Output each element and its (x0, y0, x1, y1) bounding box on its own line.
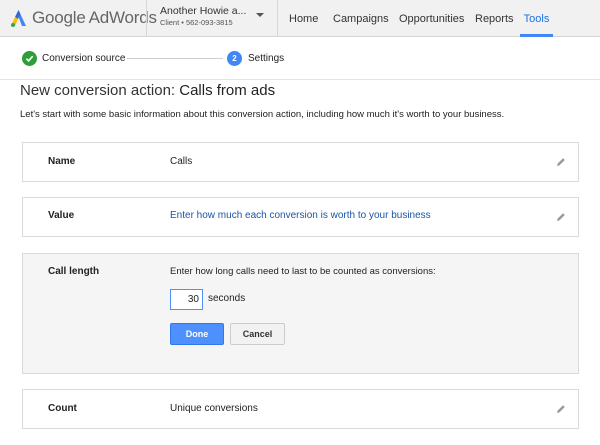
step-connector (127, 58, 223, 59)
divider (146, 0, 147, 37)
value-label: Value (48, 210, 75, 221)
nav-tools-label: Tools (523, 12, 550, 25)
adwords-logo[interactable]: Google AdWords (10, 7, 157, 29)
call-length-prompt: Enter how long calls need to last to be … (170, 266, 436, 277)
caret-down-icon (256, 13, 264, 17)
step-2-badge: 2 (227, 51, 242, 66)
nav-home[interactable]: Home (289, 0, 318, 37)
value-prompt-link[interactable]: Enter how much each conversion is worth … (170, 210, 431, 221)
done-button[interactable]: Done (170, 323, 224, 345)
value-card[interactable]: Value Enter how much each conversion is … (22, 197, 579, 237)
call-length-card: Call length Enter how long calls need to… (22, 253, 579, 374)
nav-campaigns[interactable]: Campaigns (333, 0, 389, 37)
nav-opportunities[interactable]: Opportunities (399, 0, 464, 37)
page-title-name: Calls from ads (179, 82, 276, 99)
pencil-icon[interactable] (556, 157, 566, 167)
nav-reports[interactable]: Reports (475, 0, 514, 37)
check-icon (25, 55, 34, 63)
count-card[interactable]: Count Unique conversions (22, 389, 579, 429)
page-title: New conversion action: Calls from ads (20, 82, 275, 99)
step-1-label[interactable]: Conversion source (42, 53, 125, 64)
logo-google-text: Google (32, 8, 86, 27)
cancel-button[interactable]: Cancel (230, 323, 285, 345)
step-complete-badge (22, 51, 37, 66)
count-value: Unique conversions (170, 403, 258, 414)
top-bar: Google AdWords Another Howie a... Client… (0, 0, 600, 37)
account-id: Client • 562-093-3815 (160, 18, 233, 27)
nav-tools[interactable]: Tools (520, 0, 553, 37)
call-length-label: Call length (48, 266, 100, 277)
active-tab-indicator (520, 34, 553, 37)
account-name: Another Howie a... (160, 5, 247, 17)
account-switcher[interactable]: Another Howie a... Client • 562-093-3815 (160, 5, 270, 33)
name-value: Calls (170, 156, 193, 167)
count-label: Count (48, 403, 77, 414)
name-label: Name (48, 156, 76, 167)
call-length-unit: seconds (208, 293, 246, 304)
name-card[interactable]: Name Calls (22, 142, 579, 182)
pencil-icon[interactable] (556, 212, 566, 222)
page-title-prefix: New conversion action: (20, 82, 180, 99)
divider (277, 0, 278, 37)
step-2-label: Settings (248, 53, 285, 64)
adwords-logo-icon (11, 9, 26, 27)
intro-text: Let's start with some basic information … (20, 109, 505, 120)
pencil-icon[interactable] (556, 404, 566, 414)
call-length-input[interactable] (170, 289, 203, 310)
